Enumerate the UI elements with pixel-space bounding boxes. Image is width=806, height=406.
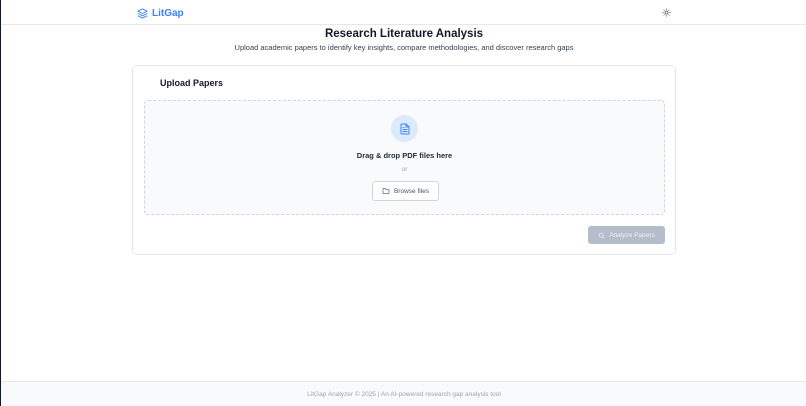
footer-text: LitGap Analyzer © 2025 | An AI-powered r… xyxy=(307,390,501,398)
brand-name: LitGap xyxy=(152,7,184,19)
sun-icon xyxy=(661,7,671,17)
brand-logo[interactable]: LitGap xyxy=(137,6,184,20)
page-subtitle: Upload academic papers to identify key i… xyxy=(234,43,574,52)
folder-icon xyxy=(382,188,390,194)
file-text-icon xyxy=(400,123,409,134)
theme-toggle-button[interactable] xyxy=(660,6,672,18)
search-icon xyxy=(599,232,605,238)
top-header: LitGap xyxy=(1,0,806,25)
analyze-papers-label: Analyze Papers xyxy=(609,231,655,239)
layers-icon xyxy=(137,7,148,19)
analyze-papers-button[interactable]: Analyze Papers xyxy=(588,226,665,244)
file-icon-badge xyxy=(391,115,418,142)
browse-files-button[interactable]: Browse files xyxy=(372,181,439,201)
upload-card: Upload Papers Drag & drop PDF files here… xyxy=(132,65,676,255)
browse-files-label: Browse files xyxy=(393,187,430,195)
dropzone-instruction: Drag & drop PDF files here xyxy=(356,151,453,160)
page-footer: LitGap Analyzer © 2025 | An AI-powered r… xyxy=(1,381,806,406)
file-dropzone[interactable]: Drag & drop PDF files here or Browse fil… xyxy=(144,100,665,215)
page-title: Research Literature Analysis xyxy=(324,28,484,40)
dropzone-or-label: or xyxy=(401,166,408,173)
upload-card-title: Upload Papers xyxy=(160,78,224,88)
